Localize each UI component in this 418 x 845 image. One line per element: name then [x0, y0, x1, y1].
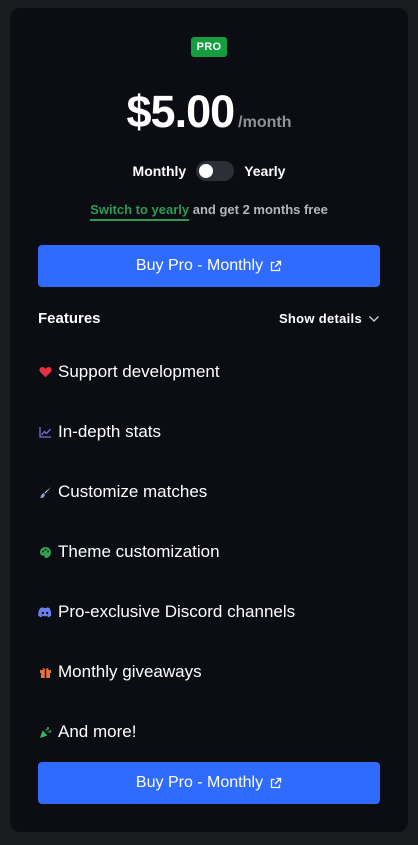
feature-label: And more! — [58, 722, 137, 741]
buy-pro-button-top[interactable]: Buy Pro - Monthly — [38, 245, 380, 287]
external-link-icon — [269, 777, 282, 790]
feature-label: Customize matches — [58, 482, 208, 501]
feature-label: Monthly giveaways — [58, 662, 202, 681]
feature-item: Customize matches — [38, 480, 207, 504]
feature-label: Pro-exclusive Discord channels — [58, 602, 296, 621]
brush-icon — [38, 485, 52, 499]
promo-text: and get 2 months free — [189, 202, 328, 217]
billing-period-switch[interactable] — [196, 161, 235, 181]
features-header: Features Show details — [38, 310, 380, 327]
confetti-icon — [38, 725, 52, 739]
feature-item: Support development — [38, 360, 220, 384]
chevron-down-icon — [368, 311, 380, 326]
feature-item: And more! — [38, 720, 136, 744]
palette-icon — [38, 545, 52, 559]
yearly-promo: Switch to yearly and get 2 months free — [0, 202, 418, 221]
pro-badge: PRO — [191, 37, 227, 57]
features-title: Features — [38, 310, 101, 327]
show-details-label: Show details — [278, 311, 362, 326]
feature-label: In-depth stats — [58, 422, 162, 441]
show-details-toggle[interactable]: Show details — [279, 311, 380, 326]
billing-toggle-row: Monthly Yearly — [0, 160, 418, 182]
feature-item: Theme customization — [38, 540, 220, 564]
buy-button-label: Buy Pro - Monthly — [135, 257, 264, 274]
gift-icon — [38, 665, 52, 679]
price-amount: $5.00 — [126, 86, 236, 137]
switch-to-yearly-link[interactable]: Switch to yearly — [90, 202, 190, 221]
monthly-label[interactable]: Monthly — [133, 163, 187, 179]
feature-item: Pro-exclusive Discord channels — [38, 600, 295, 624]
feature-label: Theme customization — [58, 542, 220, 561]
discord-icon — [38, 605, 52, 619]
price-row: $5.00/month — [0, 86, 418, 138]
feature-item: In-depth stats — [38, 420, 161, 444]
price-period: /month — [238, 114, 292, 131]
yearly-label[interactable]: Yearly — [244, 163, 285, 179]
buy-button-label: Buy Pro - Monthly — [135, 774, 264, 791]
external-link-icon — [269, 260, 282, 273]
chart-line-icon — [38, 425, 52, 439]
feature-label: Support development — [58, 362, 220, 381]
buy-pro-button-bottom[interactable]: Buy Pro - Monthly — [38, 762, 380, 804]
feature-item: Monthly giveaways — [38, 660, 202, 684]
heart-icon — [38, 365, 52, 379]
switch-knob — [199, 164, 214, 178]
